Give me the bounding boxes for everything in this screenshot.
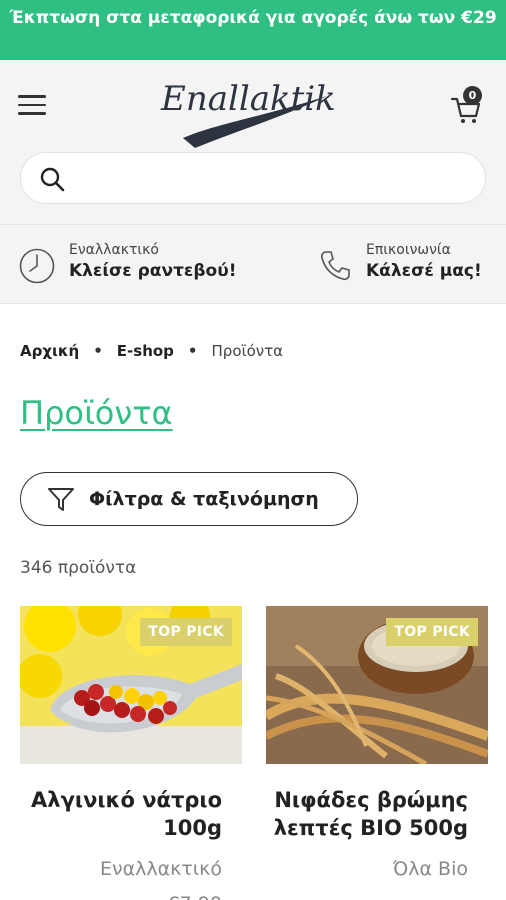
product-count: 346 προϊόντα [20, 558, 137, 578]
filter-icon [48, 488, 74, 511]
search-bar[interactable] [20, 152, 486, 204]
cart-count-badge: 0 [463, 86, 482, 105]
appointment-big-text: Κλείσε ραντεβού! [69, 261, 237, 281]
product-image[interactable]: TOP PICK [20, 606, 242, 764]
product-brand: Εναλλακτικό [99, 858, 222, 880]
breadcrumb-separator: • [187, 342, 198, 360]
breadcrumb-shop[interactable]: E-shop [117, 342, 174, 360]
menu-icon[interactable] [18, 95, 46, 117]
appointment-small-text: Εναλλακτικό [69, 242, 159, 258]
promo-text: Έκπτωση στα μεταφορικά για αγορές άνω τω… [9, 8, 497, 28]
appointment-link[interactable]: Εναλλακτικό Κλείσε ραντεβού! [18, 241, 258, 291]
contact-big-text: Κάλεσέ μας! [366, 261, 482, 281]
search-input[interactable] [77, 161, 467, 195]
logo[interactable]: Enallaktiko [155, 66, 335, 148]
product-image[interactable]: TOP PICK [266, 606, 488, 764]
promo-banner: Έκπτωση στα μεταφορικά για αγορές άνω τω… [0, 0, 506, 60]
product-card[interactable]: TOP PICK Αλγινικό νάτριο 100g Εναλλακτικ… [20, 606, 242, 900]
top-pick-badge: TOP PICK [140, 618, 232, 646]
info-bar: Εναλλακτικό Κλείσε ραντεβού! Επικοινωνία… [0, 224, 506, 304]
product-name[interactable]: Νιφάδες βρώμης λεπτές BIO 500g [266, 786, 488, 842]
contact-link[interactable]: Επικοινωνία Κάλεσέ μας! [318, 241, 498, 291]
product-card[interactable]: TOP PICK Νιφάδες βρώμης λεπτές BIO 500g … [266, 606, 488, 892]
breadcrumb-separator: • [93, 342, 103, 360]
filter-sort-label: Φίλτρα & ταξινόμηση [89, 488, 319, 510]
phone-icon [320, 251, 350, 281]
contact-small-text: Επικοινωνία [366, 242, 451, 258]
top-pick-badge: TOP PICK [386, 618, 478, 646]
product-name[interactable]: Αλγινικό νάτριο 100g [20, 786, 242, 842]
product-price: €7,90 [20, 892, 242, 900]
breadcrumb-current: Προϊόντα [211, 342, 284, 360]
breadcrumb: Αρχική • E-shop • Προϊόντα [20, 340, 283, 362]
clock-icon [19, 248, 55, 284]
logo-text: Enallaktiko [160, 79, 335, 119]
filter-sort-button[interactable]: Φίλτρα & ταξινόμηση [20, 472, 358, 526]
page-title: Προϊόντα [20, 394, 173, 432]
search-icon [40, 167, 65, 192]
breadcrumb-home[interactable]: Αρχική [20, 342, 79, 360]
product-brand: Όλα Bio [392, 858, 468, 880]
